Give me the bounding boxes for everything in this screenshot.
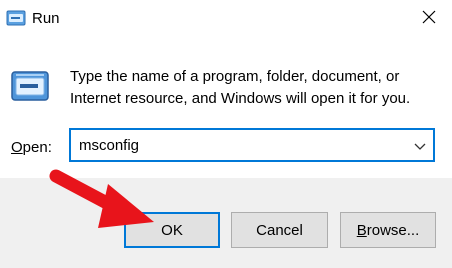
run-app-icon bbox=[6, 10, 26, 26]
instruction-line-2: Internet resource, and Windows will open… bbox=[70, 90, 411, 107]
red-arrow-annotation bbox=[48, 166, 168, 236]
open-input[interactable]: msconfig bbox=[79, 136, 139, 156]
browse-access-key: B bbox=[356, 221, 367, 239]
run-program-icon bbox=[10, 70, 50, 104]
open-label: Open: bbox=[11, 138, 52, 158]
open-combobox[interactable]: msconfig bbox=[69, 128, 435, 162]
open-label-access-key: O bbox=[11, 139, 23, 156]
dialog-body: Type the name of a program, folder, docu… bbox=[0, 38, 452, 178]
instruction-text: Type the name of a program, folder, docu… bbox=[70, 66, 440, 110]
close-button[interactable] bbox=[406, 0, 452, 38]
cancel-button[interactable]: Cancel bbox=[231, 212, 328, 248]
chevron-down-icon[interactable] bbox=[413, 139, 427, 153]
browse-label-rest: rowse... bbox=[366, 221, 420, 239]
title-bar: Run bbox=[0, 0, 452, 38]
run-dialog: Run Type the name of a program, folder, … bbox=[0, 0, 452, 268]
close-icon bbox=[422, 10, 436, 29]
open-label-rest: pen: bbox=[22, 139, 52, 156]
browse-button[interactable]: Browse... bbox=[340, 212, 436, 248]
instruction-line-1: Type the name of a program, folder, docu… bbox=[70, 68, 400, 85]
window-title: Run bbox=[32, 10, 60, 27]
